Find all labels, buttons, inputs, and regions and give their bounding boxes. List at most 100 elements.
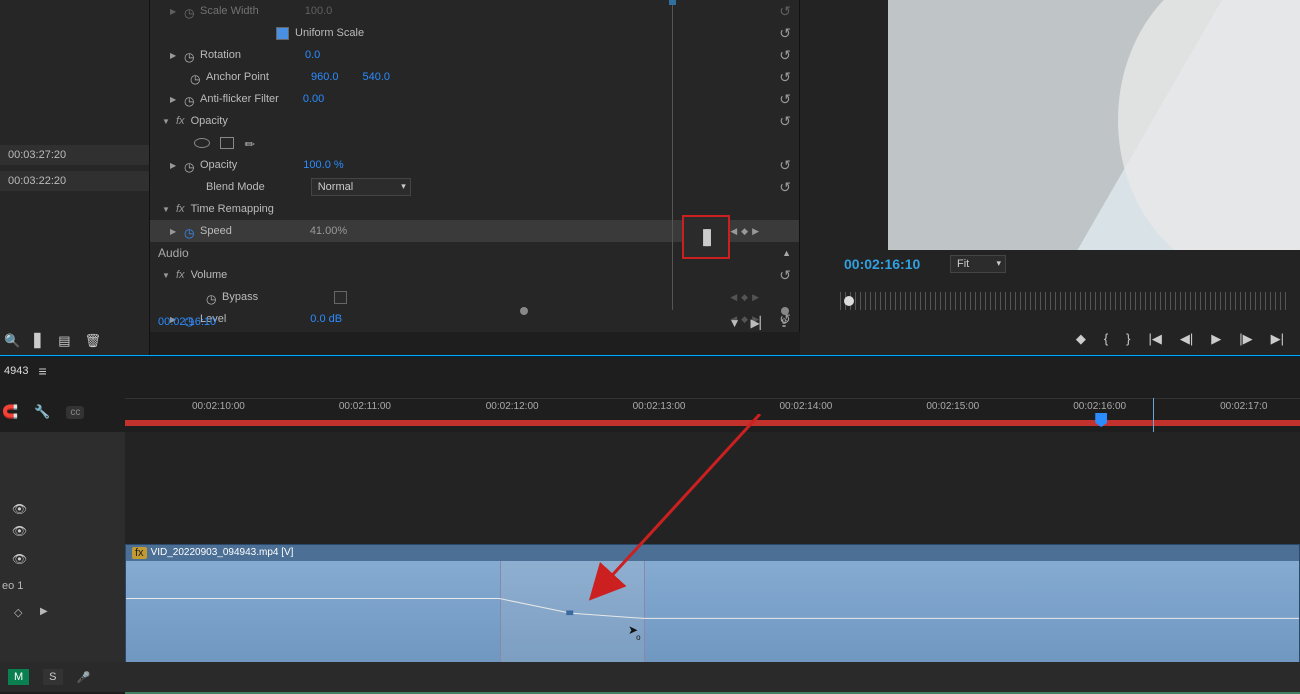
play-icon[interactable]: ▶	[1211, 331, 1221, 347]
reset-icon[interactable]: ↺	[779, 91, 791, 108]
reset-icon[interactable]: ↺	[779, 47, 791, 64]
sequence-tab[interactable]: 4943 ≡	[0, 360, 1300, 382]
new-bin-icon[interactable]: ▋	[34, 333, 44, 349]
label-uniform-scale: Uniform Scale	[295, 27, 364, 39]
twirl-icon[interactable]: ▼	[162, 117, 170, 126]
stopwatch-icon[interactable]: ◷	[184, 50, 194, 60]
value-speed[interactable]: 41.00%	[310, 225, 347, 237]
program-monitor: 00:02:16:10 Fit ◆ { } |◀ ◀| ▶ |▶ ▶|	[800, 0, 1300, 355]
reset-icon[interactable]: ↺	[779, 267, 791, 284]
effect-timecode[interactable]: 00:02:16:10	[154, 312, 220, 332]
go-in-icon[interactable]: |◀	[1149, 331, 1162, 347]
step-back-icon[interactable]: ◀|	[1180, 331, 1193, 347]
effect-playhead[interactable]	[672, 0, 673, 310]
share-icon[interactable]: ⇪	[779, 316, 789, 330]
audio-track-controls: M S 🎤	[0, 662, 1300, 692]
reset-icon[interactable]: ↺	[779, 179, 791, 196]
bracket-out-icon[interactable]: }	[1126, 331, 1130, 347]
select-zoom-fit[interactable]: Fit	[950, 255, 1006, 273]
go-out-icon[interactable]: ▶|	[1271, 331, 1284, 347]
add-keyframe-icon[interactable]: ◆	[741, 292, 748, 303]
captions-icon[interactable]: cc	[66, 406, 84, 419]
rect-mask-icon[interactable]	[220, 137, 234, 149]
reset-icon[interactable]: ↺	[779, 25, 791, 42]
collapse-icon[interactable]: ▲	[782, 248, 791, 258]
expand-track-icon[interactable]: ▶	[40, 606, 48, 617]
effect-timeline-zoom[interactable]	[520, 308, 789, 314]
play-only-icon[interactable]: ▶▏	[750, 316, 768, 330]
toggle-track-output-icon[interactable]: 👁	[12, 524, 26, 538]
checkbox-bypass[interactable]	[334, 291, 347, 304]
clip-duration-a[interactable]: 00:03:27:20	[0, 145, 149, 165]
next-keyframe-icon[interactable]: ▶	[752, 292, 759, 303]
filter-icon[interactable]: ▼	[729, 316, 741, 330]
cursor-icon: ➤o	[628, 623, 643, 637]
new-item-icon[interactable]: ▤	[58, 333, 70, 349]
clip-duration-b[interactable]: 00:03:22:20	[0, 171, 149, 191]
value-anchor-y[interactable]: 540.0	[363, 71, 391, 83]
stopwatch-icon[interactable]: ◷	[190, 72, 200, 82]
value-anchor-x[interactable]: 960.0	[311, 71, 339, 83]
sequence-name: 4943	[4, 365, 28, 377]
twirl-icon[interactable]: ▶	[170, 227, 178, 236]
select-blend-mode[interactable]: Normal	[311, 178, 411, 196]
mute-button[interactable]: M	[8, 669, 29, 685]
fx-icon[interactable]: fx	[176, 115, 185, 127]
next-keyframe-icon[interactable]: ▶	[752, 226, 759, 237]
stopwatch-icon[interactable]: ◷	[184, 6, 194, 16]
toggle-track-output-icon[interactable]: 👁	[12, 552, 26, 566]
panel-menu-icon[interactable]: ≡	[38, 363, 46, 379]
twirl-icon[interactable]: ▶	[170, 7, 178, 16]
timeline-ruler[interactable]: 00:02:10:0000:02:11:0000:02:12:0000:02:1…	[125, 398, 1300, 426]
twirl-icon[interactable]: ▶	[170, 161, 178, 170]
panel-divider[interactable]	[0, 355, 1300, 357]
program-ruler[interactable]	[840, 292, 1290, 310]
ruler-tick: 00:02:11:00	[339, 401, 391, 412]
label-scale-width: Scale Width	[200, 5, 259, 17]
work-area-bar[interactable]	[125, 420, 1300, 426]
checkbox-uniform-scale[interactable]	[276, 27, 289, 40]
reset-icon[interactable]: ↺	[779, 69, 791, 86]
program-preview[interactable]	[888, 0, 1300, 250]
clip-area[interactable]: fxVID_20220903_094943.mp4 [V] ➤o	[125, 432, 1300, 692]
trash-icon[interactable]: 🗑	[84, 333, 101, 349]
video-clip[interactable]: fxVID_20220903_094943.mp4 [V] ➤o	[125, 544, 1300, 674]
twirl-icon[interactable]: ▶	[170, 51, 178, 60]
mark-in-icon[interactable]: ◆	[1076, 331, 1086, 347]
stopwatch-icon[interactable]: ◷	[184, 94, 194, 104]
search-icon[interactable]: 🔍	[4, 333, 20, 349]
fx-icon[interactable]: fx	[176, 203, 185, 215]
speed-ramp-graph[interactable]	[126, 580, 1299, 633]
bracket-in-icon[interactable]: {	[1104, 331, 1108, 347]
label-anti-flicker: Anti-flicker Filter	[200, 93, 279, 105]
reset-icon[interactable]: ↺	[779, 157, 791, 174]
pen-mask-icon[interactable]: ✎	[242, 135, 259, 152]
twirl-icon[interactable]: ▼	[162, 271, 170, 280]
add-keyframe-icon[interactable]: ◆	[741, 226, 748, 237]
wrench-icon[interactable]: 🔧	[34, 404, 50, 420]
reset-icon[interactable]: ↺	[779, 113, 791, 130]
step-fwd-icon[interactable]: |▶	[1239, 331, 1252, 347]
voice-over-icon[interactable]: 🎤	[77, 671, 91, 684]
ruler-tick: 00:02:14:00	[780, 401, 833, 412]
keyframe-diamond-icon[interactable]: ◇	[14, 606, 22, 619]
value-opacity[interactable]: 100.0 %	[303, 159, 343, 171]
stopwatch-icon[interactable]: ◷	[206, 292, 216, 302]
solo-button[interactable]: S	[43, 669, 62, 685]
twirl-icon[interactable]: ▼	[162, 205, 170, 214]
stopwatch-icon[interactable]: ◷	[184, 160, 194, 170]
twirl-icon[interactable]: ▶	[170, 95, 178, 104]
value-level[interactable]: 0.0 dB	[310, 313, 342, 325]
ellipse-mask-icon[interactable]	[194, 138, 210, 148]
stopwatch-icon[interactable]: ◷	[184, 226, 194, 236]
prev-keyframe-icon[interactable]: ◀	[730, 226, 737, 237]
prev-keyframe-icon[interactable]: ◀	[730, 292, 737, 303]
reset-icon[interactable]: ↺	[779, 3, 791, 20]
value-rotation[interactable]: 0.0	[305, 49, 320, 61]
value-anti-flicker[interactable]: 0.00	[303, 93, 324, 105]
fx-icon[interactable]: fx	[176, 269, 185, 281]
program-timecode[interactable]: 00:02:16:10	[844, 256, 920, 272]
value-scale-width[interactable]: 100.0	[305, 5, 333, 17]
toggle-track-output-icon[interactable]: 👁	[12, 502, 26, 516]
snap-icon[interactable]: 🧲	[2, 404, 18, 420]
